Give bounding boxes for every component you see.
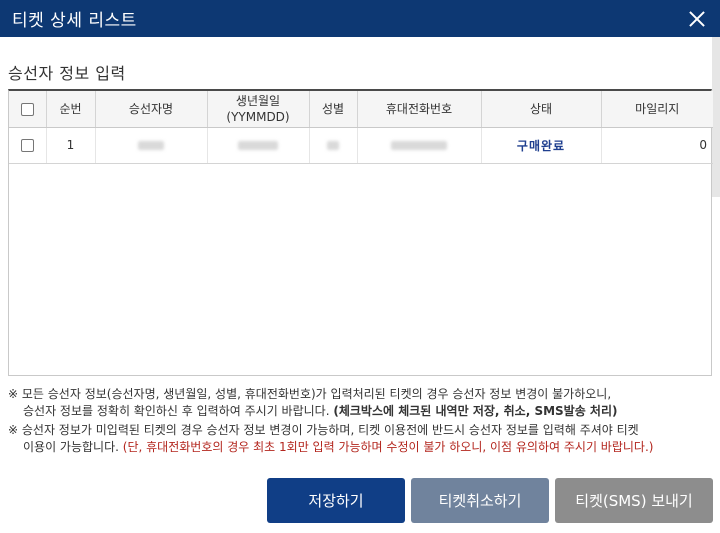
section-title: 승선자 정보 입력	[8, 64, 126, 83]
notice-2-line-1: ※ 승선자 정보가 미입력된 티켓의 경우 승선자 정보 변경이 가능하며, 티…	[8, 423, 639, 437]
mileage-cell: 0	[601, 127, 713, 164]
passenger-table: 순번 승선자명 생년월일 (YYMMDD) 성별 휴대전화번호 상태 마일리지 …	[8, 89, 713, 376]
passenger-name-cell[interactable]	[95, 127, 208, 164]
title-bar: 티켓 상세 리스트	[0, 0, 720, 37]
close-icon[interactable]	[682, 4, 712, 34]
header-passenger-name: 승선자명	[95, 91, 208, 128]
notice-1-line-1: ※ 모든 승선자 정보(승선자명, 생년월일, 성별, 휴대전화번호)가 입력처…	[8, 387, 612, 401]
redacted-phone	[391, 141, 447, 150]
select-all-checkbox[interactable]	[20, 102, 34, 116]
notice-2-warning: (단, 휴대전화번호의 경우 최초 1회만 입력 가능하며 수정이 불가 하오니…	[122, 440, 654, 454]
table-header-row: 순번 승선자명 생년월일 (YYMMDD) 성별 휴대전화번호 상태 마일리지	[9, 91, 713, 128]
header-birthdate: 생년월일 (YYMMDD)	[207, 91, 310, 128]
notice-2: ※ 승선자 정보가 미입력된 티켓의 경우 승선자 정보 변경이 가능하며, 티…	[8, 422, 714, 456]
redacted-gender	[327, 141, 339, 150]
phone-cell[interactable]	[357, 127, 482, 164]
status-cell: 구매완료	[481, 127, 602, 164]
seq-cell: 1	[46, 127, 96, 164]
select-all-cell	[9, 91, 47, 128]
table-row: 1 구매완료 0	[9, 127, 713, 164]
save-button[interactable]: 저장하기	[267, 478, 405, 523]
send-sms-button[interactable]: 티켓(SMS) 보내기	[555, 478, 713, 523]
notice-1-line-2-wrap: 승선자 정보를 정확히 확인하신 후 입력하여 주시기 바랍니다. (체크박스에…	[8, 403, 714, 420]
row-checkbox[interactable]	[20, 139, 34, 152]
header-phone: 휴대전화번호	[357, 91, 482, 128]
notice-box: ※ 모든 승선자 정보(승선자명, 생년월일, 성별, 휴대전화번호)가 입력처…	[8, 386, 714, 458]
notice-2-line-2: 이용이 가능합니다.	[23, 440, 119, 454]
gender-cell[interactable]	[309, 127, 358, 164]
row-select-cell	[9, 127, 47, 164]
redacted-name	[138, 141, 164, 150]
notice-2-line-2-wrap: 이용이 가능합니다. (단, 휴대전화번호의 경우 최초 1회만 입력 가능하며…	[8, 439, 714, 456]
notice-1: ※ 모든 승선자 정보(승선자명, 생년월일, 성별, 휴대전화번호)가 입력처…	[8, 386, 714, 420]
redacted-birthdate	[238, 141, 278, 150]
scrollbar[interactable]	[712, 37, 720, 197]
birthdate-cell[interactable]	[207, 127, 310, 164]
header-status: 상태	[481, 91, 602, 128]
notice-1-line-2: 승선자 정보를 정확히 확인하신 후 입력하여 주시기 바랍니다.	[23, 404, 330, 418]
header-seq: 순번	[46, 91, 96, 128]
notice-1-emphasis: (체크박스에 체크된 내역만 저장, 취소, SMS발송 처리)	[333, 404, 618, 418]
header-mileage: 마일리지	[601, 91, 713, 128]
cancel-ticket-button[interactable]: 티켓취소하기	[411, 478, 549, 523]
window-title: 티켓 상세 리스트	[12, 11, 137, 31]
header-gender: 성별	[309, 91, 358, 128]
